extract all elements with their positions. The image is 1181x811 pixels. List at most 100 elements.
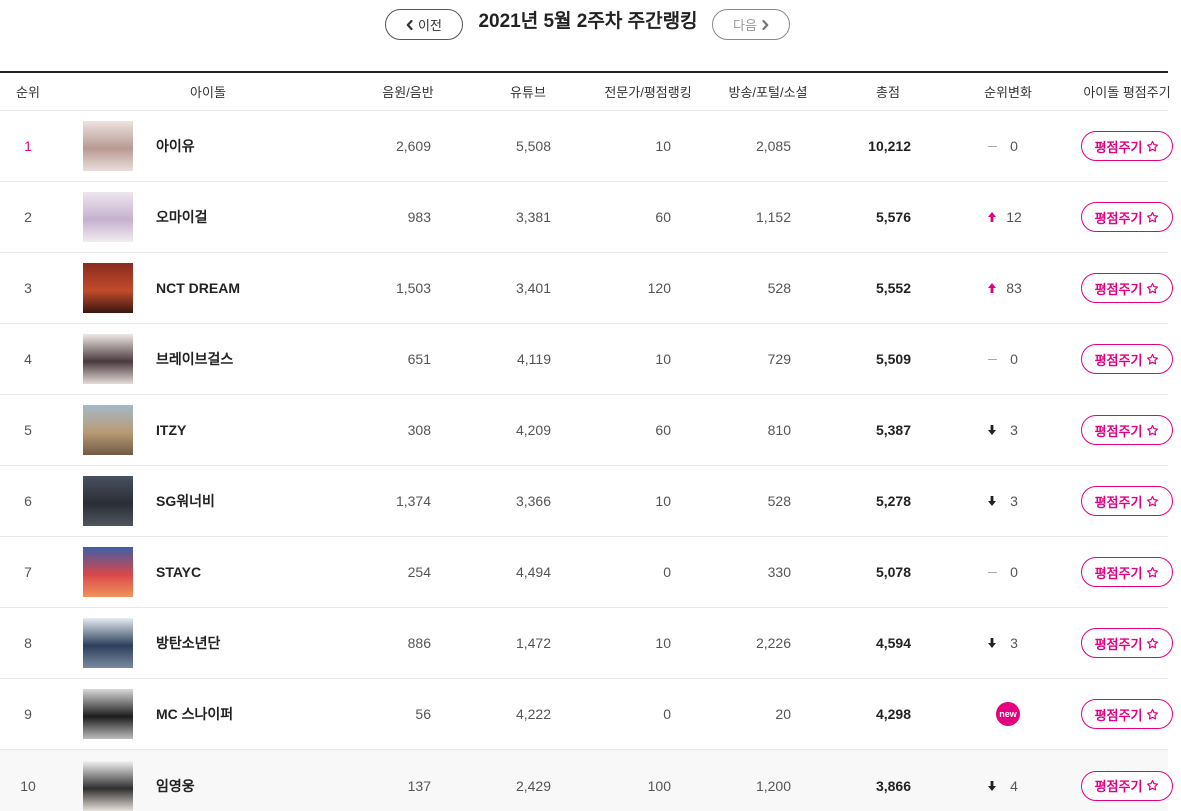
column-header-broadcast-portal-social: 방송/포털/소셜 xyxy=(728,85,808,100)
idol-name[interactable]: 임영웅 xyxy=(156,776,195,796)
expert-rating-score: 120 xyxy=(647,280,671,296)
rank-change-value: 0 xyxy=(1010,138,1018,154)
rate-button[interactable]: 평점주기 xyxy=(1081,415,1173,445)
rate-button-label: 평점주기 xyxy=(1094,423,1143,439)
youtube-score: 4,222 xyxy=(515,706,551,722)
broadcast-portal-social-score: 20 xyxy=(775,706,791,722)
rate-button[interactable]: 평점주기 xyxy=(1081,770,1173,801)
rate-cell: 평점주기 xyxy=(1068,111,1173,181)
rank-change: 3 xyxy=(948,608,1068,678)
arrow-down-icon xyxy=(986,637,998,649)
idol-name[interactable]: STAYC xyxy=(156,564,201,580)
idol-name[interactable]: 브레이브걸스 xyxy=(156,349,233,369)
rank-change-value: 4 xyxy=(1010,777,1018,794)
idol-photo[interactable] xyxy=(83,618,133,668)
idol-photo[interactable] xyxy=(83,760,133,811)
youtube-score: 3,381 xyxy=(515,209,551,225)
rate-button[interactable]: 평점주기 xyxy=(1081,486,1173,516)
total-score: 4,298 xyxy=(875,706,911,722)
music-album-score: 2,609 xyxy=(395,138,431,154)
rate-button[interactable]: 평점주기 xyxy=(1081,557,1173,587)
arrow-down-icon xyxy=(986,495,998,507)
total-score: 5,576 xyxy=(875,209,911,225)
idol-photo[interactable] xyxy=(83,121,133,171)
rate-button-label: 평점주기 xyxy=(1094,494,1143,510)
idol-photo[interactable] xyxy=(83,405,133,455)
table-row: 8 방탄소년단 886 1,472 10 2,226 4,594 3 평점주기 xyxy=(0,608,1173,679)
idol-photo[interactable] xyxy=(83,476,133,526)
rank-number: 5 xyxy=(24,422,32,438)
star-icon xyxy=(1146,140,1159,153)
table-body: 1 아이유 2,609 5,508 10 2,085 10,212 0 평점주기… xyxy=(0,111,1173,811)
idol-name[interactable]: NCT DREAM xyxy=(156,280,240,296)
expert-rating-score: 0 xyxy=(663,706,671,722)
rate-button-label: 평점주기 xyxy=(1094,352,1143,368)
dash-icon xyxy=(986,353,998,365)
total-score: 5,278 xyxy=(875,493,911,509)
dash-icon xyxy=(986,566,998,578)
star-icon xyxy=(1146,495,1159,508)
idol-name[interactable]: 아이유 xyxy=(156,136,195,156)
rate-button[interactable]: 평점주기 xyxy=(1081,628,1173,658)
total-score: 5,509 xyxy=(875,351,911,367)
rate-button[interactable]: 평점주기 xyxy=(1081,699,1173,729)
table-row: 6 SG워너비 1,374 3,366 10 528 5,278 3 평점주기 xyxy=(0,466,1173,537)
rank-change-value: 0 xyxy=(1010,564,1018,580)
next-week-button[interactable]: 다음 xyxy=(712,9,790,40)
table-row: 2 오마이걸 983 3,381 60 1,152 5,576 12 평점주기 xyxy=(0,182,1173,253)
star-icon xyxy=(1146,779,1159,792)
chevron-right-icon xyxy=(762,19,769,30)
rank-change: 4 xyxy=(948,760,1068,811)
rate-cell: 평점주기 xyxy=(1068,608,1173,678)
youtube-score: 4,494 xyxy=(515,564,551,580)
table-row: 5 ITZY 308 4,209 60 810 5,387 3 평점주기 xyxy=(0,395,1173,466)
rate-button-label: 평점주기 xyxy=(1094,281,1143,297)
expert-rating-score: 100 xyxy=(647,777,671,794)
rate-button[interactable]: 평점주기 xyxy=(1081,273,1173,303)
star-icon xyxy=(1146,282,1159,295)
idol-name[interactable]: MC 스나이퍼 xyxy=(156,704,233,724)
idol-name[interactable]: SG워너비 xyxy=(156,491,215,511)
broadcast-portal-social-score: 2,226 xyxy=(755,635,791,651)
broadcast-portal-social-score: 528 xyxy=(767,493,791,509)
music-album-score: 137 xyxy=(407,777,431,794)
idol-name[interactable]: 방탄소년단 xyxy=(156,633,220,653)
rate-button[interactable]: 평점주기 xyxy=(1081,131,1173,161)
youtube-score: 3,401 xyxy=(515,280,551,296)
idol-photo[interactable] xyxy=(83,334,133,384)
rank-change: 12 xyxy=(948,182,1068,252)
table-row: 4 브레이브걸스 651 4,119 10 729 5,509 0 평점주기 xyxy=(0,324,1173,395)
rate-button[interactable]: 평점주기 xyxy=(1081,202,1173,232)
total-score: 4,594 xyxy=(875,635,911,651)
music-album-score: 56 xyxy=(415,706,431,722)
week-navigation: 이전 2021년 5월 2주차 주간랭킹 다음 xyxy=(0,0,1181,71)
idol-photo[interactable] xyxy=(83,547,133,597)
idol-cell: 아이유 xyxy=(56,111,348,181)
new-badge: new xyxy=(996,702,1020,726)
rate-button[interactable]: 평점주기 xyxy=(1081,344,1173,374)
idol-name[interactable]: ITZY xyxy=(156,422,186,438)
rank-change-value: 3 xyxy=(1010,422,1018,438)
rank-number: 3 xyxy=(24,280,32,296)
chevron-left-icon xyxy=(406,19,413,30)
prev-week-button[interactable]: 이전 xyxy=(385,9,463,40)
next-week-label: 다음 xyxy=(733,18,757,33)
rank-number: 7 xyxy=(24,564,32,580)
star-icon xyxy=(1146,353,1159,366)
table-row: 10 임영웅 137 2,429 100 1,200 3,866 4 평점주기 xyxy=(0,750,1173,811)
star-icon xyxy=(1146,566,1159,579)
idol-photo[interactable] xyxy=(83,689,133,739)
table-row: 1 아이유 2,609 5,508 10 2,085 10,212 0 평점주기 xyxy=(0,111,1173,182)
idol-photo[interactable] xyxy=(83,263,133,313)
broadcast-portal-social-score: 1,200 xyxy=(755,777,791,794)
rank-change-value: 0 xyxy=(1010,351,1018,367)
idol-photo[interactable] xyxy=(83,192,133,242)
total-score: 5,552 xyxy=(875,280,911,296)
column-header-rank-change: 순위변화 xyxy=(984,85,1032,100)
rank-change: 83 xyxy=(948,253,1068,323)
rate-button-label: 평점주기 xyxy=(1094,779,1143,794)
page-title: 2021년 5월 2주차 주간랭킹 xyxy=(478,11,698,32)
column-header-expert-rating: 전문가/평점랭킹 xyxy=(604,85,692,100)
idol-name[interactable]: 오마이걸 xyxy=(156,207,208,227)
column-header-idol: 아이돌 xyxy=(190,85,226,100)
